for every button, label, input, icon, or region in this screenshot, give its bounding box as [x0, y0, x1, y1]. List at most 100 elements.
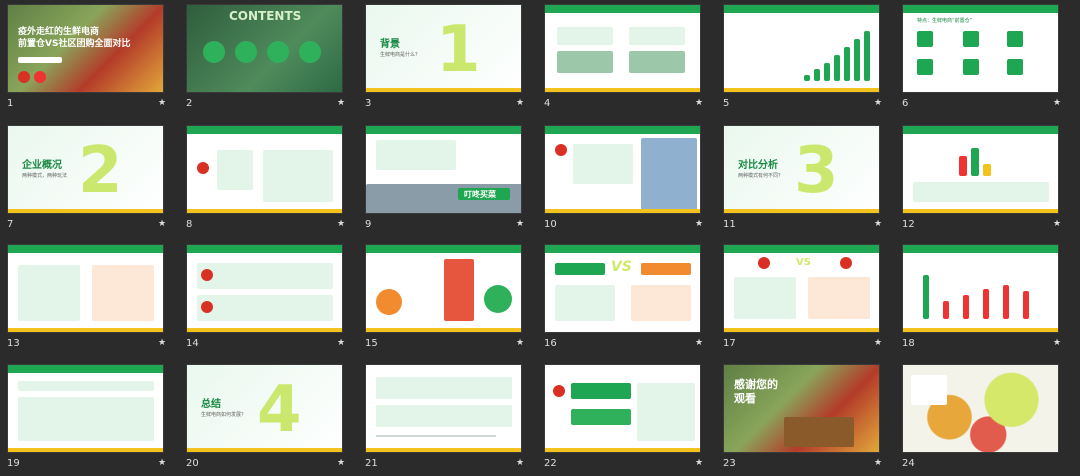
slide-preview: 2 企业概况 两种模式，两种玩法: [7, 125, 164, 214]
slide-thumbnail-23[interactable]: 感谢您的 观看 23 ★: [723, 364, 898, 476]
slide-number: 17: [723, 338, 736, 349]
slide-title: CONTENTS: [229, 9, 302, 23]
slide-number: 10: [544, 219, 557, 230]
animation-star-icon: ★: [337, 219, 346, 229]
slide-preview: [544, 364, 701, 453]
slide-number: 16: [544, 338, 557, 349]
slide-preview: 特点：生鲜电商“前置仓”: [902, 4, 1059, 93]
section-title: 背景: [380, 39, 400, 50]
animation-star-icon: ★: [516, 338, 525, 348]
animation-star-icon: ★: [516, 98, 525, 108]
slide-number: 23: [723, 458, 736, 469]
slide-number: 12: [902, 219, 915, 230]
animation-star-icon: ★: [874, 219, 883, 229]
slide-thumbnail-5[interactable]: 5 ★: [723, 4, 898, 116]
animation-star-icon: ★: [874, 98, 883, 108]
animation-star-icon: ★: [158, 338, 167, 348]
slide-preview: 4 总结 生鲜电商如何发展？: [186, 364, 343, 453]
animation-star-icon: ★: [1053, 219, 1062, 229]
section-subtitle: 生鲜电商如何发展？: [201, 412, 247, 418]
slide-preview: [902, 364, 1059, 453]
slide-thumbnail-11[interactable]: 3 对比分析 两种模式有何不同？ 11 ★: [723, 125, 898, 237]
slide-preview: 疫外走红的生鲜电商 前置仓VS社区团购全面对比: [7, 4, 164, 93]
slide-number: 6: [902, 98, 909, 109]
animation-star-icon: ★: [1053, 98, 1062, 108]
slide-subtitle: 观看: [734, 392, 756, 405]
section-subtitle: 生鲜电商是什么？: [380, 52, 421, 58]
slide-number: 3: [365, 98, 372, 109]
slide-number: 7: [7, 219, 14, 230]
slide-thumbnail-15[interactable]: 15 ★: [365, 244, 540, 356]
section-subtitle: 两种模式有何不同？: [738, 173, 784, 179]
slide-preview: [365, 364, 522, 453]
slide-preview: [7, 364, 164, 453]
slide-number: 20: [186, 458, 199, 469]
section-title: 总结: [201, 399, 221, 410]
section-title: 企业概况: [22, 160, 62, 171]
slide-preview: [7, 244, 164, 333]
animation-star-icon: ★: [337, 338, 346, 348]
animation-star-icon: ★: [695, 458, 704, 468]
slide-heading: 特点：生鲜电商“前置仓”: [917, 18, 973, 24]
slide-thumbnail-1[interactable]: 疫外走红的生鲜电商 前置仓VS社区团购全面对比 1 ★: [7, 4, 182, 116]
vs-label: VS: [611, 259, 632, 275]
slide-preview: [902, 125, 1059, 214]
store-sign: 叮咚买菜: [464, 190, 496, 199]
slide-thumbnail-20[interactable]: 4 总结 生鲜电商如何发展？ 20 ★: [186, 364, 361, 476]
slide-number: 24: [902, 458, 915, 469]
slide-thumbnail-13[interactable]: 13 ★: [7, 244, 182, 356]
slide-thumbnail-6[interactable]: 特点：生鲜电商“前置仓” 6 ★: [902, 4, 1077, 116]
slide-number: 22: [544, 458, 557, 469]
slide-number: 18: [902, 338, 915, 349]
slide-number: 2: [186, 98, 193, 109]
slide-thumbnail-3[interactable]: 1 背景 生鲜电商是什么？ 3 ★: [365, 4, 540, 116]
slide-sorter-grid: 疫外走红的生鲜电商 前置仓VS社区团购全面对比 1 ★ CONTENTS 2 ★…: [7, 4, 1079, 469]
section-digit: 1: [436, 13, 481, 87]
slide-thumbnail-14[interactable]: 14 ★: [186, 244, 361, 356]
animation-star-icon: ★: [695, 338, 704, 348]
animation-star-icon: ★: [158, 98, 167, 108]
slide-thumbnail-7[interactable]: 2 企业概况 两种模式，两种玩法 7 ★: [7, 125, 182, 237]
slide-title: 感谢您的: [734, 378, 778, 391]
slide-thumbnail-9[interactable]: 叮咚买菜 9 ★: [365, 125, 540, 237]
slide-number: 19: [7, 458, 20, 469]
slide-number: 13: [7, 338, 20, 349]
animation-star-icon: ★: [874, 458, 883, 468]
slide-number: 4: [544, 98, 551, 109]
section-title: 对比分析: [738, 160, 778, 171]
animation-star-icon: ★: [337, 98, 346, 108]
slide-thumbnail-8[interactable]: 8 ★: [186, 125, 361, 237]
animation-star-icon: ★: [158, 219, 167, 229]
slide-preview: VS: [544, 244, 701, 333]
animation-star-icon: ★: [158, 458, 167, 468]
section-subtitle: 两种模式，两种玩法: [22, 173, 68, 179]
slide-thumbnail-17[interactable]: VS 17 ★: [723, 244, 898, 356]
slide-thumbnail-12[interactable]: 12 ★: [902, 125, 1077, 237]
slide-thumbnail-22[interactable]: 22 ★: [544, 364, 719, 476]
slide-preview: 感谢您的 观看: [723, 364, 880, 453]
slide-preview: 叮咚买菜: [365, 125, 522, 214]
slide-thumbnail-21[interactable]: 21 ★: [365, 364, 540, 476]
slide-preview: [186, 125, 343, 214]
slide-number: 1: [7, 98, 14, 109]
slide-thumbnail-18[interactable]: 18 ★: [902, 244, 1077, 356]
animation-star-icon: ★: [695, 219, 704, 229]
slide-preview: [902, 244, 1059, 333]
slide-preview: [723, 4, 880, 93]
section-digit: 4: [257, 373, 302, 447]
slide-thumbnail-4[interactable]: 4 ★: [544, 4, 719, 116]
section-digit: 2: [78, 134, 123, 208]
slide-number: 21: [365, 458, 378, 469]
vs-label: VS: [796, 257, 811, 268]
slide-preview: 1 背景 生鲜电商是什么？: [365, 4, 522, 93]
slide-number: 15: [365, 338, 378, 349]
slide-thumbnail-2[interactable]: CONTENTS 2 ★: [186, 4, 361, 116]
slide-preview: 3 对比分析 两种模式有何不同？: [723, 125, 880, 214]
animation-star-icon: ★: [516, 458, 525, 468]
slide-thumbnail-16[interactable]: VS 16 ★: [544, 244, 719, 356]
slide-thumbnail-19[interactable]: 19 ★: [7, 364, 182, 476]
slide-thumbnail-24[interactable]: 24: [902, 364, 1077, 476]
animation-star-icon: ★: [695, 98, 704, 108]
slide-thumbnail-10[interactable]: 10 ★: [544, 125, 719, 237]
slide-preview: [544, 125, 701, 214]
